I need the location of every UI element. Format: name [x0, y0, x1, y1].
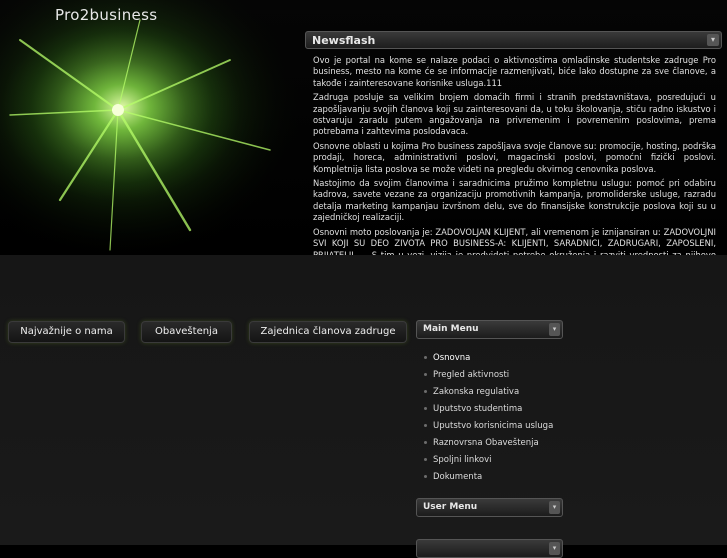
- menu-item-label: Spoljni linkovi: [433, 455, 492, 465]
- main-menu-header: Main Menu ▾: [416, 320, 563, 339]
- menu-item-label: Pregled aktivnosti: [433, 370, 510, 380]
- menu-item-label: Dokumenta: [433, 472, 483, 482]
- user-menu-title: User Menu: [423, 502, 478, 512]
- bullet-icon: [424, 407, 427, 410]
- nav-button-about[interactable]: Najvažnije o nama: [8, 321, 125, 343]
- user-menu-header: User Menu ▾: [416, 498, 563, 517]
- nav-button-notices[interactable]: Obaveštenja: [141, 321, 232, 343]
- nav-button-community[interactable]: Zajednica članova zadruge: [249, 321, 407, 343]
- bullet-icon: [424, 458, 427, 461]
- menu-item-pregled-aktivnosti[interactable]: Pregled aktivnosti: [424, 369, 553, 386]
- bullet-icon: [424, 475, 427, 478]
- menu-item-label: Raznovrsna Obaveštenja: [433, 438, 539, 448]
- menu-item-obavestenja[interactable]: Raznovrsna Obaveštenja: [424, 437, 553, 454]
- menu-item-label: Uputstvo studentima: [433, 404, 523, 414]
- menu-item-uputstvo-studentima[interactable]: Uputstvo studentima: [424, 403, 553, 420]
- newsflash-paragraph: Ovo je portal na kome se nalaze podaci o…: [313, 55, 716, 88]
- main-menu-title: Main Menu: [423, 324, 479, 334]
- content-background: [0, 255, 727, 545]
- newsflash-title: Newsflash: [312, 34, 376, 47]
- menu-item-osnovna[interactable]: Osnovna: [424, 352, 553, 369]
- bullet-icon: [424, 356, 427, 359]
- chevron-icon[interactable]: ▾: [549, 542, 560, 555]
- newsflash-header: Newsflash ▾: [305, 31, 722, 49]
- main-menu-list: Osnovna Pregled aktivnosti Zakonska regu…: [424, 352, 553, 488]
- menu-item-label: Zakonska regulativa: [433, 387, 520, 397]
- menu-item-spoljni-linkovi[interactable]: Spoljni linkovi: [424, 454, 553, 471]
- chevron-icon[interactable]: ▾: [707, 34, 719, 46]
- menu-item-uputstvo-korisnicima[interactable]: Uputstvo korisnicima usluga: [424, 420, 553, 437]
- newsflash-paragraph: Zadruga posluje sa velikim brojem domaći…: [313, 92, 716, 137]
- site-title: Pro2business: [55, 6, 158, 24]
- menu-item-label: Uputstvo korisnicima usluga: [433, 421, 554, 431]
- bullet-icon: [424, 373, 427, 376]
- chevron-icon[interactable]: ▾: [549, 323, 560, 336]
- menu-item-dokumenta[interactable]: Dokumenta: [424, 471, 553, 488]
- bullet-icon: [424, 441, 427, 444]
- menu-item-label: Osnovna: [433, 353, 471, 363]
- newsflash-paragraph: Osnovne oblasti u kojima Pro business za…: [313, 140, 716, 174]
- chevron-icon[interactable]: ▾: [549, 501, 560, 514]
- next-menu-header: ▾: [416, 539, 563, 558]
- green-light-burst-image: [0, 0, 305, 255]
- newsflash-paragraph: Nastojimo da svojim članovima i saradnic…: [313, 178, 716, 223]
- menu-item-zakonska-regulativa[interactable]: Zakonska regulativa: [424, 386, 553, 403]
- bullet-icon: [424, 390, 427, 393]
- bullet-icon: [424, 424, 427, 427]
